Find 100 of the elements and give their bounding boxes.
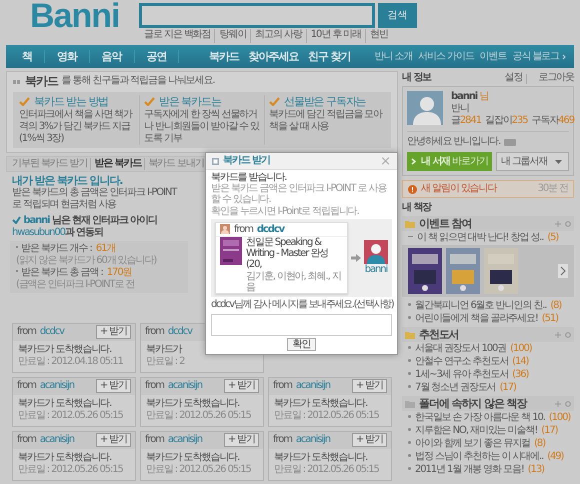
receive-button[interactable]: + 받기 (352, 433, 387, 448)
notification-time: 30분 전 (538, 183, 568, 195)
sender-name[interactable]: acanisijn (296, 380, 330, 392)
popular-search-link[interactable]: 글로 지은 백화점 (140, 29, 214, 43)
library-button[interactable]: 내 서재 바로가기 (407, 152, 492, 171)
shelf-link[interactable]: 2011년 1월 개봉 영화 모음! (415, 464, 524, 476)
stat-label: 받은 북카드 개수 : (21, 242, 92, 255)
from-label: from (145, 326, 164, 338)
popular-search-link[interactable]: 최고의 사랑 (250, 29, 306, 43)
sender-name[interactable]: acanisijn (168, 434, 202, 446)
shelf-link[interactable]: 아이와 함께 보기 좋은 뮤지컬 (415, 438, 530, 450)
item-count: (51) (542, 312, 558, 324)
add-icon[interactable] (555, 220, 561, 226)
nav-link[interactable]: 반니 소개 (372, 50, 416, 62)
settings-link[interactable]: 설정 (504, 72, 522, 86)
nav-link[interactable]: 책 (10, 50, 45, 64)
stat-value: 170원 (106, 266, 132, 279)
section-title: 내 책장 (402, 202, 433, 214)
chevron-icon (562, 54, 566, 60)
folder-icon (405, 220, 415, 228)
card-message: 북카드가 도착했습니다. (18, 344, 112, 356)
logout-link[interactable]: 로그아웃 (538, 72, 574, 86)
step-text: 인터파크에서 책을 사면 책가격의 3%가 담긴 북카드 지급(1%씩 3장) (19, 108, 134, 145)
receive-button[interactable]: + 받기 (96, 433, 131, 448)
shelf-link[interactable]: 월간북피니언 6월호 반니인의 친.. (415, 300, 546, 312)
sender-name[interactable]: acanisijn (40, 434, 74, 446)
receive-button[interactable]: + 받기 (96, 325, 131, 340)
quote-icon (13, 78, 21, 84)
dialog-icon (212, 158, 219, 164)
nav-link[interactable]: 음악 (90, 50, 135, 64)
nav-link[interactable]: 공연 (134, 50, 180, 64)
card-message: 북카드가 도착했습니다. (274, 398, 368, 410)
add-icon[interactable] (555, 332, 561, 338)
notice-text: 님은 현재 인터파크 아이디 (50, 214, 157, 226)
confirm-button[interactable]: 확인 (286, 338, 316, 352)
search-field[interactable] (139, 3, 375, 28)
card-message: 북카드가 도착했습니다. (146, 398, 240, 410)
stat-note: (금액은 인터파크 I-POINT로 전 (16, 278, 134, 291)
avatar-icon (407, 91, 443, 125)
shelf-link[interactable]: 지루함은 NO, 재미있는 미술책! (415, 424, 538, 436)
popular-search-link[interactable]: 탕웨이 (214, 29, 250, 43)
next-icon[interactable] (558, 264, 568, 278)
tab[interactable]: 받은 북카드 (90, 158, 144, 170)
folder-icon (405, 400, 415, 408)
nav-link[interactable]: 북카드 (204, 50, 244, 64)
notification-text: 새 알림이 있습니다 (421, 183, 496, 195)
sender-name[interactable]: dcdcv (40, 326, 64, 338)
from-label: from (17, 326, 36, 338)
expiry-date: 만료일 : 2012.05.26 05:15 (146, 410, 251, 422)
shelf-link[interactable]: 이 책 읽으면 대박 난다! 창업 성.. (417, 232, 544, 244)
shelf-link[interactable]: 7월 청소년 권장도서 (415, 382, 496, 394)
chevron-icon (411, 158, 417, 165)
dialog-note: 받은 북카드 금액은 인터파크 I-POINT 로 사용할 수 있습니다. (211, 183, 388, 206)
expiry-date: 만료일 : 2 (146, 356, 184, 368)
shelf-link[interactable]: 1세~3세 유아 추천도서 (415, 368, 508, 380)
item-count: (8) (550, 300, 562, 312)
add-icon[interactable] (555, 400, 561, 406)
nav-link[interactable]: 이벤트 (476, 50, 510, 62)
receive-button[interactable]: + 받기 (224, 433, 259, 448)
step-text: 북카드에 담긴 적립금을 모아 책을 살 때 사용 (269, 108, 384, 133)
dialog-text: 북카드를 받습니다. (211, 172, 288, 184)
sender-name[interactable]: acanisijn (40, 380, 74, 392)
step-title: 선물받은 구독자는 (284, 95, 366, 109)
message-field[interactable] (211, 314, 392, 336)
sender-name[interactable]: dcdcv (168, 326, 192, 338)
username: banni (22, 214, 50, 226)
shelf-link[interactable]: 안철수 연구소 추천도서 (415, 356, 508, 368)
nav-link[interactable]: 친구 찾기 (303, 50, 356, 64)
account-link[interactable]: hwasubun00 (12, 226, 65, 238)
expiry-date: 만료일 : 2012.04.18 05:11 (18, 356, 123, 368)
stat-label: 받은 북카드 총 금액 : (21, 266, 103, 279)
receive-button[interactable]: + 받기 (224, 379, 259, 394)
receive-button[interactable]: + 받기 (352, 379, 387, 394)
nav-link[interactable]: 공식 블로그 (509, 50, 562, 62)
notification-banner[interactable]: 새 알림이 있습니다 30분 전 (402, 180, 574, 198)
group-library-select[interactable]: 내 그룹서재 (496, 152, 569, 171)
avatar-icon (220, 224, 230, 234)
sender-name[interactable]: acanisijn (296, 434, 330, 446)
receive-button[interactable]: + 받기 (96, 379, 131, 394)
search-button[interactable]: 검색 (378, 3, 417, 28)
sender-name[interactable]: dcdcv (256, 224, 284, 235)
dialog-note: 확인을 누르시면 I-Point로 적립됩니다. (211, 206, 360, 217)
item-count: (13) (528, 464, 544, 476)
item-count: (17) (500, 382, 516, 394)
stat-value: 469 (558, 115, 574, 126)
shelf-link[interactable]: 한국일보 손 가장 아름다운 책 10. (415, 412, 545, 424)
shelf-link[interactable]: 서울대 권장도서 100권 (415, 342, 506, 354)
from-label: from (17, 380, 36, 392)
nav-link[interactable]: 찾아주세요 (244, 50, 304, 64)
popular-search-link[interactable]: 10년 후 미래 (306, 29, 366, 43)
nav-link[interactable]: 서비스 가이드 (415, 50, 477, 62)
section-title: 북카드 (25, 74, 58, 88)
nav-link[interactable]: 영화 (44, 50, 90, 64)
shelf-link[interactable]: 어린이들에게 책을 골라주세요! (415, 312, 538, 324)
tab[interactable]: 기부된 북카드 받기 (9, 158, 90, 170)
popular-search-link[interactable]: 현빈 (365, 29, 392, 43)
sender-name[interactable]: acanisijn (168, 380, 202, 392)
section-heading: 내가 받은 북카드 입니다. (12, 174, 124, 187)
item-count: (17) (541, 424, 558, 436)
shelf-link[interactable]: 법정 스님이 추천하는 이 시대에.. (415, 450, 544, 462)
